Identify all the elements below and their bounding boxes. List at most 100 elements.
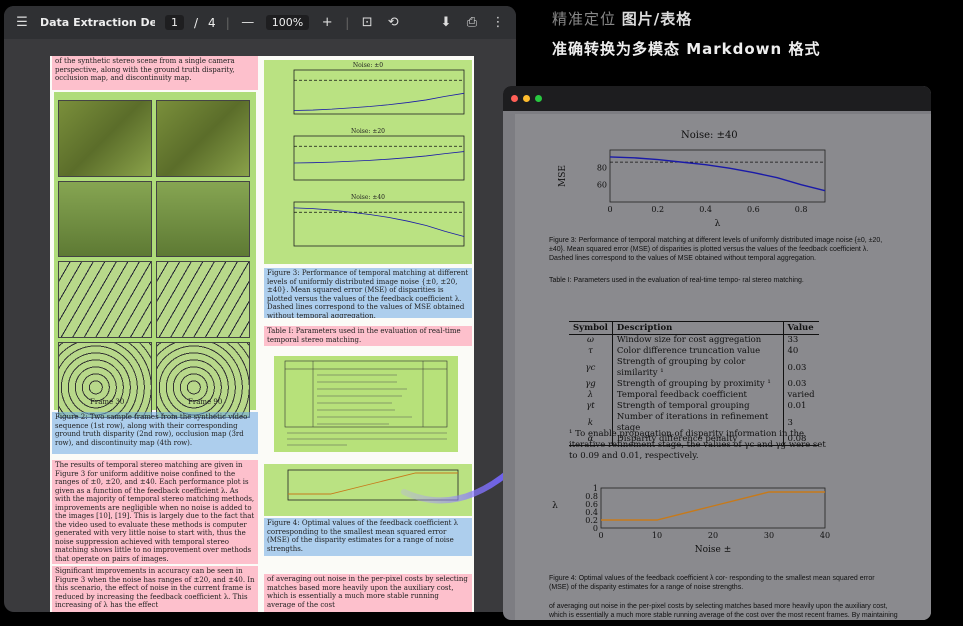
table-row: λ Temporal feedback coefficient varied [569,390,819,401]
table-cell: 40 [782,346,819,357]
table-cell: γc [585,362,596,373]
table-row: γt Strength of temporal grouping 0.01 [569,401,819,412]
plot-frame [293,201,465,247]
table-cell: ω [586,335,594,345]
figure4-caption: Figure 4: Optimal values of the feedback… [549,575,875,591]
pdf-viewer-window: ☰ Data Extraction Demo.pdf 1 / 4 | — 100… [4,6,516,612]
frame-label: Frame 90 [188,398,223,406]
plot-frame [293,135,465,181]
x-tick-label: 0 [598,531,603,540]
body-paragraph-1: The results of temporal stereo matching … [52,460,258,564]
frame30-image [58,100,152,177]
plot-frame [600,487,826,529]
table-cell: 0.01 [782,401,819,412]
y-tick-label: 0 [593,524,598,533]
heading-prefix: 精准定位 [552,10,617,28]
occlusion-image [156,261,250,338]
table1-thumbnail [284,360,448,446]
table1-region [274,356,458,452]
y-axis-label: MSE [558,165,568,187]
intro-paragraph: of the synthetic stereo scene from a sin… [52,56,258,90]
table-cell: γt [586,401,595,411]
markdown-page: Noise: ±40 0 0.2 0.4 0.6 0.8 60 80 λ MSE Figure … [515,114,931,620]
plot-frame [293,69,465,115]
y-tick-label: 60 [597,181,607,190]
table-cell: varied [782,390,819,401]
parameters-table: Symbol Description Value ω Window size fo… [569,321,819,446]
y-tick-label: 0.2 [585,516,598,525]
y-tick-label: 0.6 [585,500,598,509]
zoom-out-button[interactable]: — [240,15,256,31]
x-tick-label: 0.2 [651,205,664,214]
y-tick-label: 0.8 [585,492,598,501]
series-line [293,92,465,111]
minimize-window-button[interactable] [523,95,530,102]
body-paragraph-2: Significant improvements in accuracy can… [52,566,258,612]
body-paragraph-right: of averaging out noise in the per-pixel … [264,574,472,612]
discontinuity-image [156,341,250,418]
maximize-window-button[interactable] [535,95,542,102]
zoom-in-button[interactable]: + [319,15,335,31]
y-tick-label: 80 [597,163,607,172]
table-cell: Strength of grouping by color similarity… [611,357,783,379]
frame90-image [156,100,250,177]
table-row: τ Color difference truncation value 40 [569,346,819,357]
heading-line-2: 准确转换为多模态 Markdown 格式 [552,40,821,58]
table-cell: Color difference truncation value [611,346,783,357]
toolbar-divider: | [225,15,230,30]
markdown-preview-window: Noise: ±40 0 0.2 0.4 0.6 0.8 60 80 λ MSE Figure … [503,86,931,620]
y-tick-label: 1 [593,484,598,493]
menu-icon[interactable]: ☰ [14,15,30,31]
table-cell: Window size for cost aggregation [611,334,783,346]
x-tick-label: 0 [607,205,612,214]
table-row: γg Strength of grouping by proximity ¹ 0.0… [569,379,819,390]
close-window-button[interactable] [511,95,518,102]
page-number-input[interactable]: 1 [165,15,184,30]
disparity-image [58,180,152,257]
disparity-image [156,180,250,257]
table-cell: 33 [782,334,819,346]
figure2-caption: Figure 2: Two sample frames from the syn… [52,412,258,454]
pdf-page: of the synthetic stereo scene from a sin… [50,56,474,612]
x-tick-label: 0.8 [795,205,808,214]
more-options-icon[interactable]: ⋮ [490,15,506,31]
table-header: Value [782,321,819,335]
figure3-region: Noise: ±0 Noise: ±20 Noise: ±40 [264,60,472,264]
print-icon[interactable]: ⎙ [464,15,480,31]
x-axis-label: λ [715,219,721,229]
toolbar-divider: | [345,15,350,30]
figure3-caption: Figure 3: Performance of temporal matchi… [549,237,883,262]
fit-page-icon[interactable]: ⊡ [359,15,375,31]
zoom-level[interactable]: 100% [265,15,310,30]
figure3-caption: Figure 3: Performance of temporal matchi… [264,268,472,318]
x-axis-label: Noise ± [695,545,732,555]
y-tick-label: 0.4 [585,508,598,517]
series-line [293,151,465,164]
x-tick-label: 0.6 [747,205,760,214]
rotate-icon[interactable]: ⟲ [385,15,401,31]
download-icon[interactable]: ⬇ [438,15,454,31]
heading-line-1: 精准定位 图片/表格 [552,8,692,29]
x-tick-label: 10 [652,531,662,540]
table-cell: 0.03 [782,357,819,379]
table-cell: 0.03 [782,379,819,390]
figure2-grid [56,98,252,420]
table-cell: Strength of temporal grouping [611,401,783,412]
viewer-toolbar: ☰ Data Extraction Demo.pdf 1 / 4 | — 100… [4,6,516,39]
figure4-caption: Figure 4: Optimal values of the feedback… [264,518,472,556]
x-tick-label: 20 [708,531,718,540]
page-separator: / [194,15,199,30]
table-footnote: ¹ To enable propagation of disparity inf… [569,429,826,461]
x-tick-label: 40 [820,531,830,540]
heading-highlight: 图片/表格 [621,10,693,28]
table1-caption: Table I: Parameters used in the evaluati… [264,326,472,346]
x-tick-label: 0.4 [699,205,712,214]
figure3-charts: Noise: ±0 Noise: ±20 Noise: ±40 [293,62,465,247]
discontinuity-image [58,341,152,418]
frame-label: Frame 30 [90,398,125,406]
table-header: Symbol [569,321,613,335]
table-row: ω Window size for cost aggregation 33 [569,334,819,346]
table-caption: Table I: Parameters used in the evaluati… [549,277,804,284]
page-total: 4 [208,15,216,30]
table-row: γc Strength of grouping by color similari… [569,357,819,379]
